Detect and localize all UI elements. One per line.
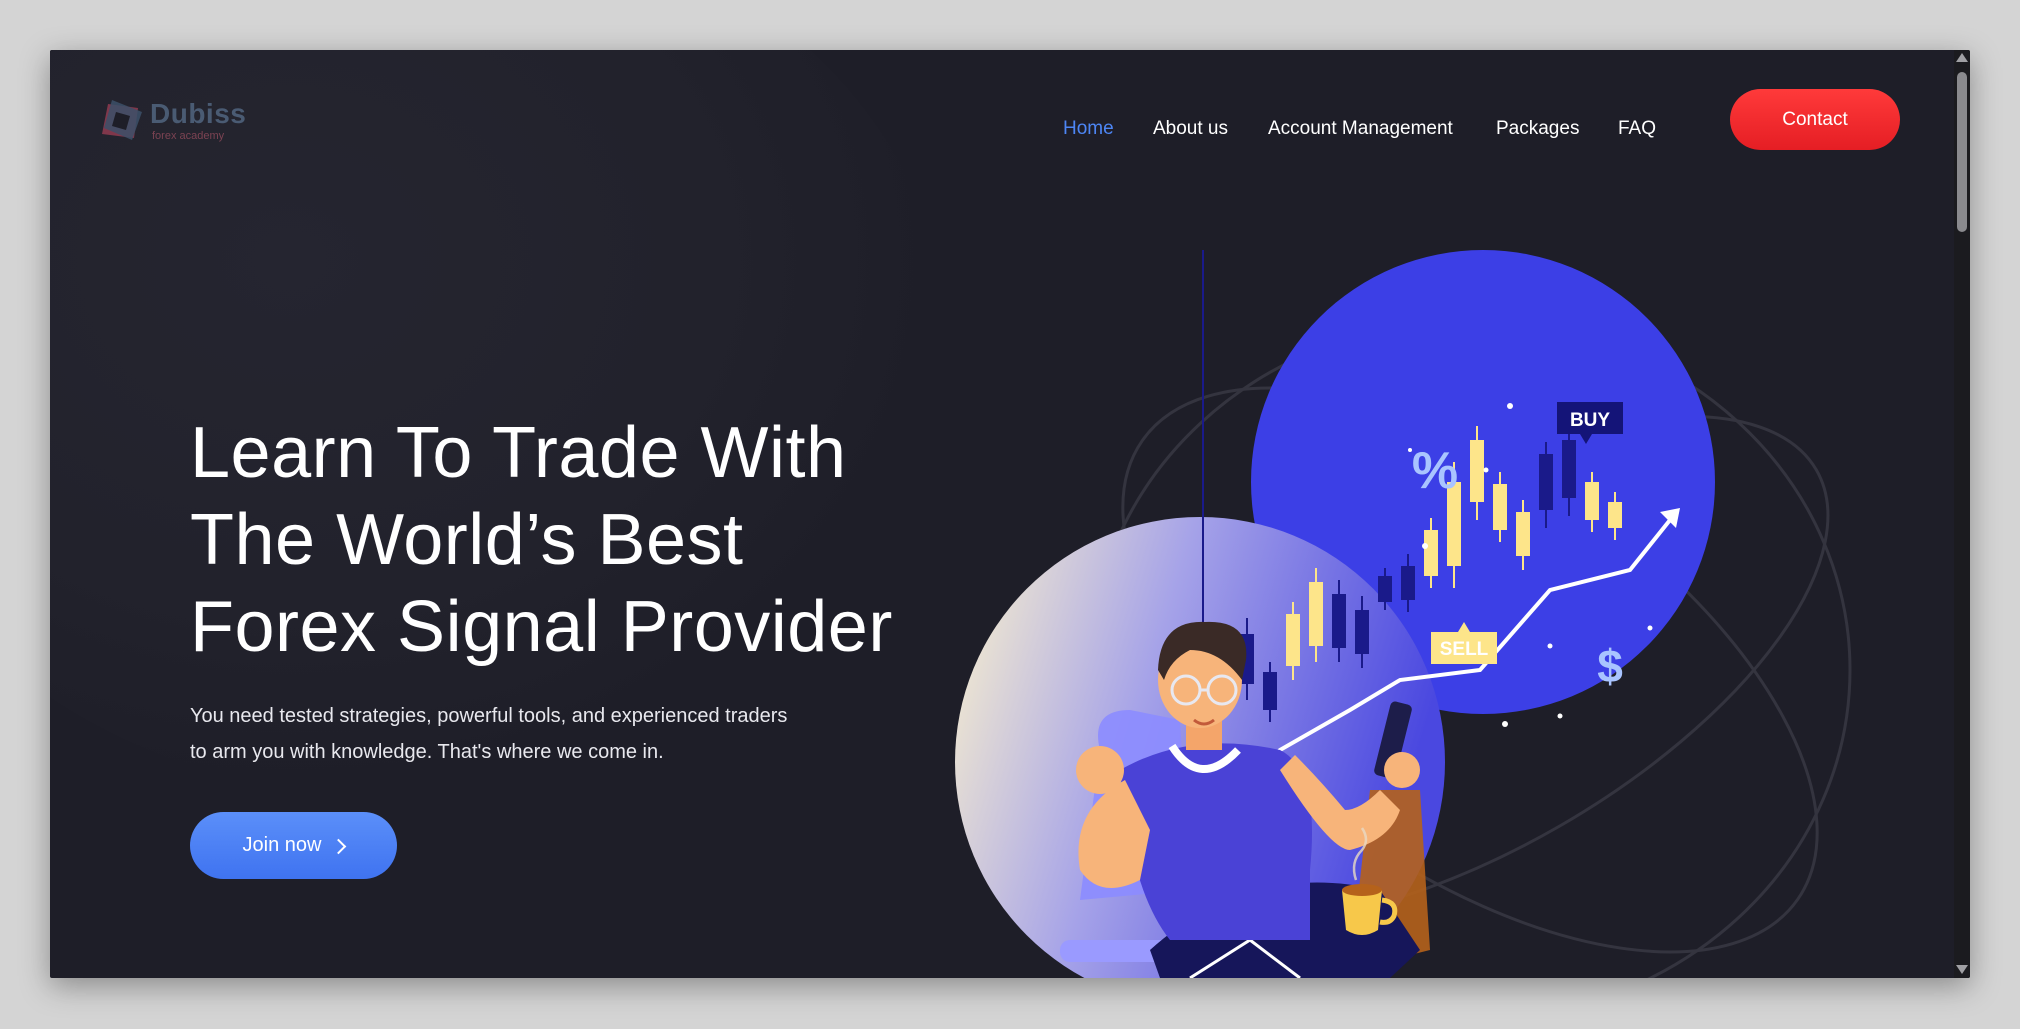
- join-now-label: Join now: [242, 834, 322, 856]
- dollar-icon: $: [1597, 640, 1623, 692]
- browser-viewport: Dubiss forex academy Home About us Accou…: [50, 50, 1970, 978]
- main-nav: Home About us Account Management Package…: [50, 106, 1970, 146]
- hero-title-line: Forex Signal Provider: [190, 587, 893, 667]
- hero-title-line: The World’s Best: [190, 500, 744, 580]
- scroll-down-arrow-icon[interactable]: [1956, 965, 1968, 974]
- nav-item-about-us[interactable]: About us: [1153, 118, 1228, 140]
- nav-item-faq[interactable]: FAQ: [1618, 118, 1656, 140]
- nav-item-packages[interactable]: Packages: [1496, 118, 1579, 140]
- hero-title-line: Learn To Trade With: [190, 413, 847, 493]
- sell-label: SELL: [1440, 639, 1489, 660]
- contact-button[interactable]: Contact: [1730, 89, 1900, 150]
- coffee-cup-icon: [1342, 890, 1382, 935]
- chevron-right-icon: [331, 838, 347, 854]
- page-scrollbar[interactable]: [1954, 50, 1970, 978]
- hero-description-line: to arm you with knowledge. That's where …: [190, 741, 664, 763]
- scroll-up-arrow-icon[interactable]: [1956, 53, 1968, 62]
- hero-description-line: You need tested strategies, powerful too…: [190, 705, 788, 727]
- hero-title: Learn To Trade With The World’s Best For…: [190, 410, 990, 671]
- buy-label: BUY: [1570, 410, 1610, 431]
- hero-description: You need tested strategies, powerful too…: [190, 698, 910, 770]
- nav-item-home[interactable]: Home: [1063, 118, 1114, 140]
- scrollbar-thumb[interactable]: [1957, 72, 1967, 232]
- join-now-button[interactable]: Join now: [190, 812, 397, 879]
- nav-item-account-management[interactable]: Account Management: [1268, 118, 1453, 140]
- trader-illustration: BUY SELL % $: [955, 250, 1852, 978]
- percent-icon: %: [1412, 442, 1458, 500]
